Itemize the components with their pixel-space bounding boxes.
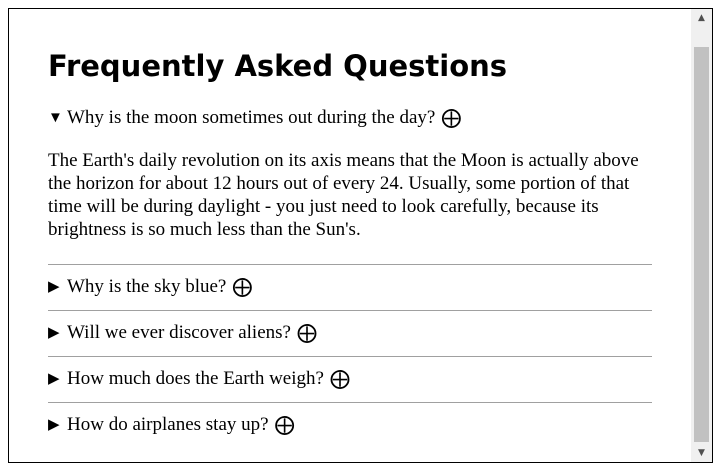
faq-divider	[48, 356, 652, 357]
faq-divider	[48, 310, 652, 311]
scrollbar-thumb[interactable]	[694, 47, 709, 442]
faq-question-airplanes[interactable]: ▶ How do airplanes stay up? ⨁	[48, 412, 652, 438]
scroll-down-arrow-icon[interactable]: ▼	[691, 444, 712, 462]
circled-plus-icon: ⨁	[329, 368, 350, 390]
faq-answer-moon: The Earth's daily revolution on its axis…	[48, 150, 639, 240]
faq-content: Frequently Asked Questions ▼ Why is the …	[9, 9, 690, 462]
circled-plus-icon: ⨁	[274, 414, 295, 436]
scroll-up-arrow-icon[interactable]: ▲	[691, 9, 712, 27]
vertical-scrollbar[interactable]: ▲ ▼	[691, 9, 712, 462]
faq-question-text: Will we ever discover aliens?	[67, 322, 291, 343]
faq-question-text: How much does the Earth weigh?	[67, 368, 324, 389]
faq-question-sky[interactable]: ▶ Why is the sky blue? ⨁	[48, 274, 652, 300]
collapsed-triangle-icon: ▶	[48, 325, 60, 341]
faq-question-earth-weight[interactable]: ▶ How much does the Earth weigh? ⨁	[48, 366, 652, 392]
circled-plus-icon: ⨁	[232, 276, 253, 298]
faq-question-text: How do airplanes stay up?	[67, 414, 269, 435]
collapsed-triangle-icon: ▶	[48, 371, 60, 387]
faq-question-text: Why is the sky blue?	[67, 276, 227, 297]
expanded-triangle-icon: ▼	[48, 110, 63, 126]
faq-divider	[48, 402, 652, 403]
circled-plus-icon: ⨁	[296, 322, 317, 344]
collapsed-triangle-icon: ▶	[48, 279, 60, 295]
faq-question-text: Why is the moon sometimes out during the…	[67, 107, 436, 128]
faq-frame: Frequently Asked Questions ▼ Why is the …	[8, 8, 713, 463]
collapsed-triangle-icon: ▶	[48, 417, 60, 433]
page-title: Frequently Asked Questions	[48, 49, 508, 83]
faq-question-moon[interactable]: ▼ Why is the moon sometimes out during t…	[48, 105, 652, 131]
circled-plus-icon: ⨁	[441, 107, 462, 129]
faq-divider	[48, 264, 652, 265]
faq-question-aliens[interactable]: ▶ Will we ever discover aliens? ⨁	[48, 320, 652, 346]
